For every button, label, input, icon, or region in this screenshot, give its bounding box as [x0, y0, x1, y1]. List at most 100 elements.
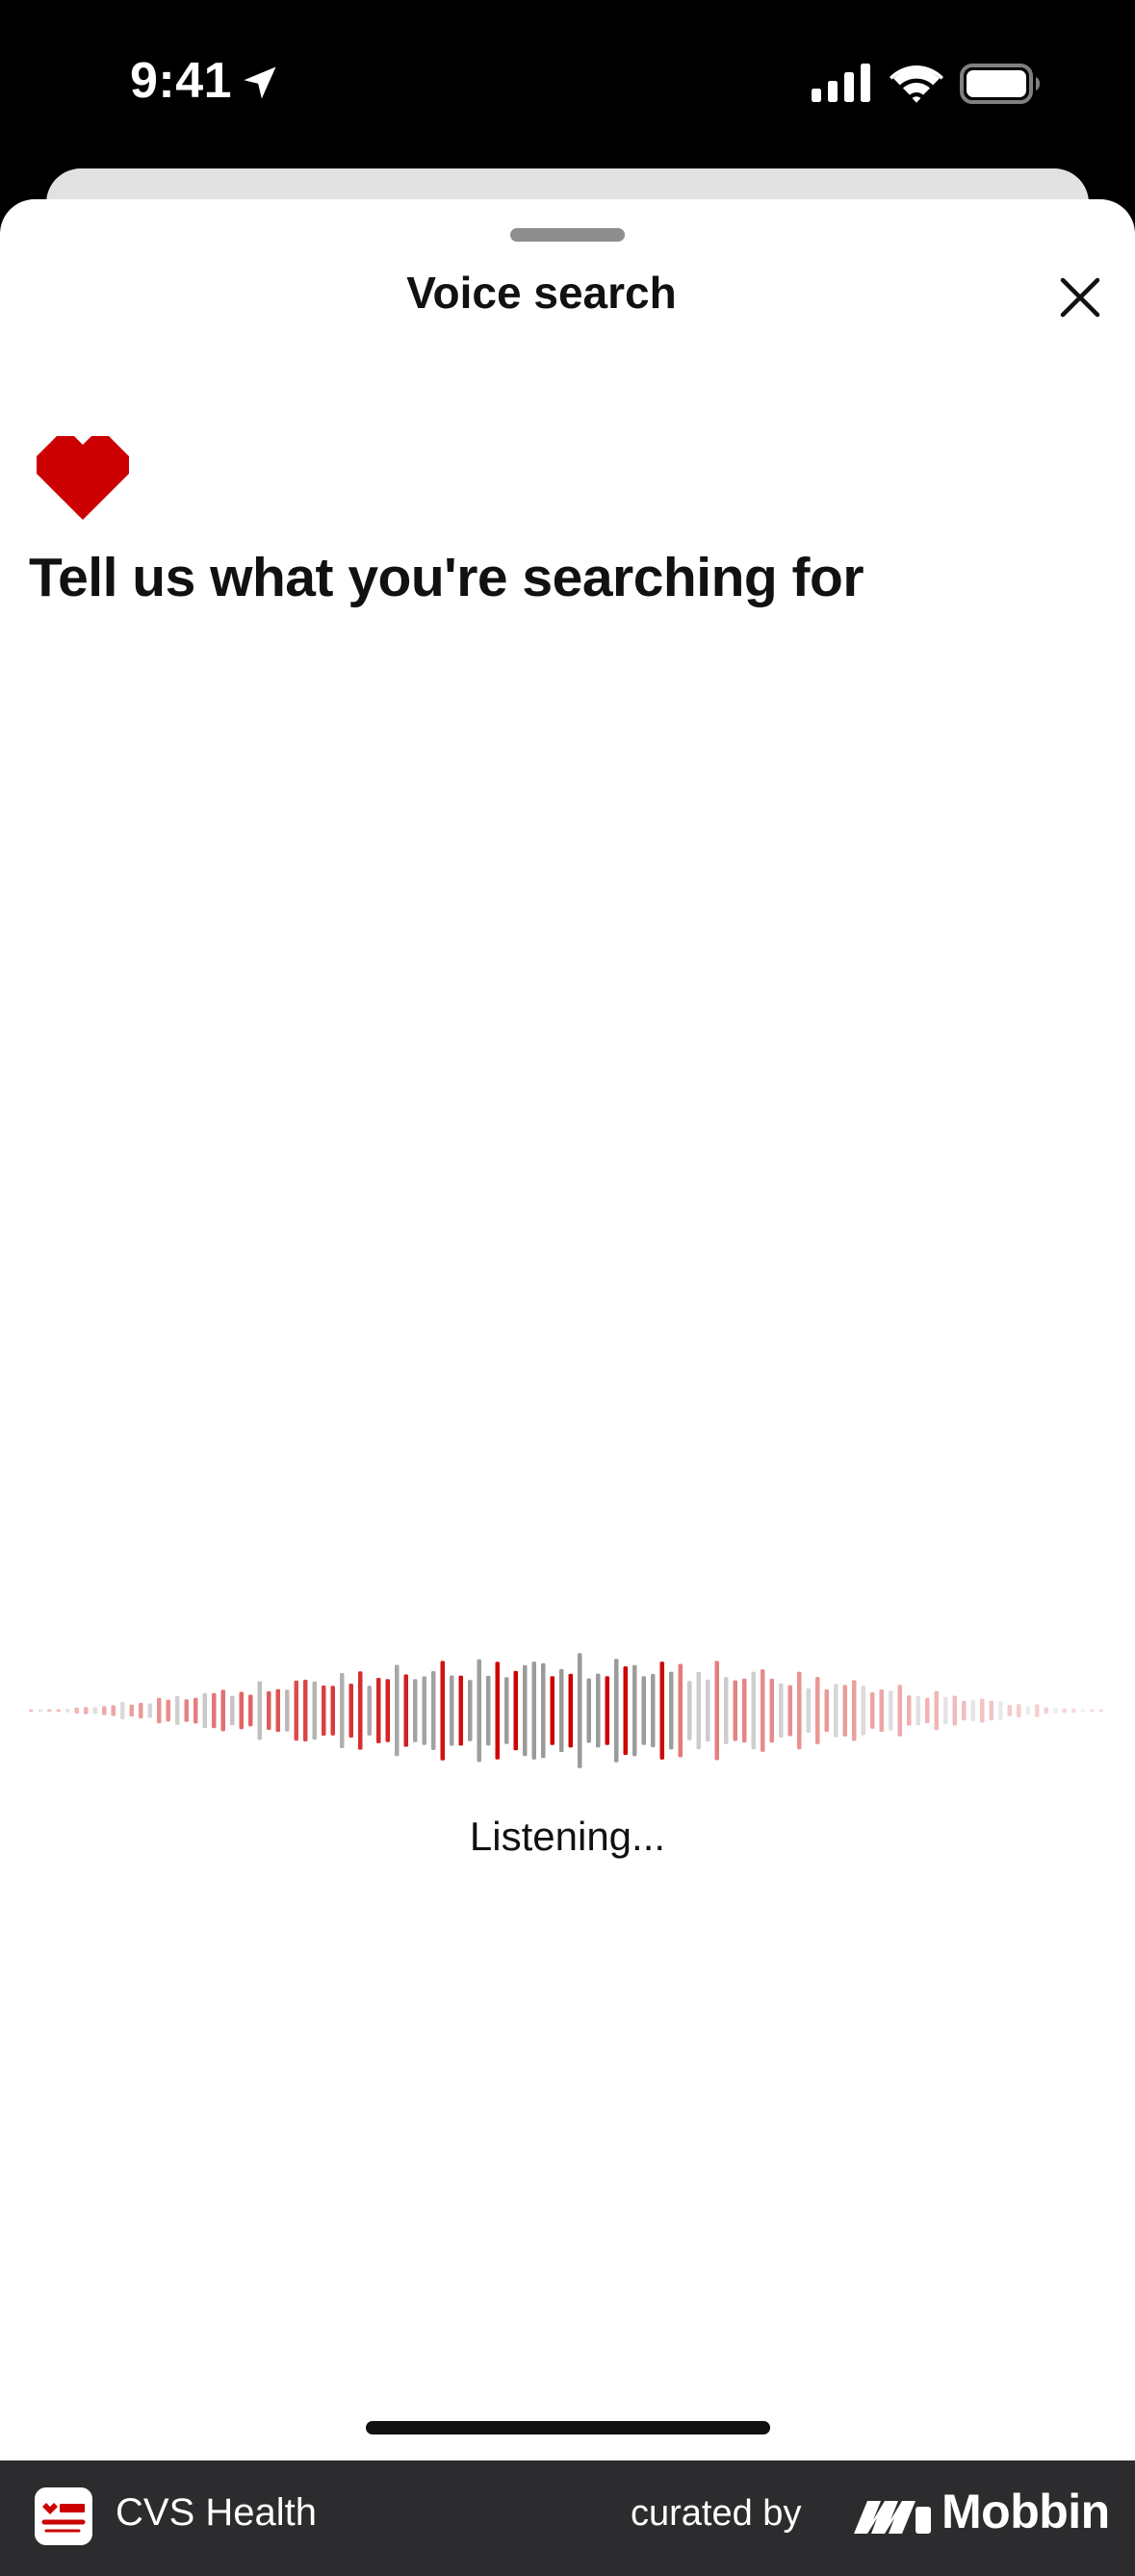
waveform-bar: [294, 1680, 298, 1741]
waveform-bar: [450, 1675, 454, 1746]
waveform-bar: [586, 1678, 591, 1743]
waveform-bar: [787, 1685, 792, 1737]
waveform-bar: [504, 1677, 509, 1744]
waveform-bar: [596, 1673, 601, 1748]
waveform-bar: [47, 1709, 52, 1713]
waveform-bar: [303, 1679, 308, 1741]
waveform-bar: [74, 1707, 79, 1714]
waveform-bar: [212, 1692, 217, 1729]
waveform-bar: [815, 1677, 820, 1744]
waveform-bar: [56, 1709, 61, 1713]
waveform-bar: [678, 1663, 683, 1758]
waveform-bar: [38, 1709, 42, 1713]
waveform-bar: [907, 1695, 912, 1726]
waveform-bar: [687, 1681, 692, 1740]
waveform-bar: [559, 1668, 564, 1753]
waveform-bar: [275, 1688, 280, 1733]
sheet-grabber[interactable]: [510, 228, 625, 242]
waveform-bar: [659, 1662, 664, 1760]
waveform-bar: [605, 1676, 609, 1745]
waveform-bar: [385, 1679, 390, 1742]
waveform-bar: [202, 1692, 207, 1729]
waveform-bar: [440, 1661, 445, 1761]
waveform-bar: [468, 1680, 473, 1741]
waveform-bar: [714, 1661, 719, 1761]
waveform-bar: [248, 1694, 253, 1727]
waveform-bar: [65, 1709, 70, 1713]
waveform-bar: [696, 1671, 701, 1750]
waveform-bar: [157, 1697, 162, 1724]
waveform-bar: [531, 1662, 536, 1760]
waveform-bar: [129, 1704, 134, 1717]
waveform-bar: [568, 1673, 573, 1748]
waveform-bar: [870, 1692, 875, 1729]
waveform-bar: [395, 1664, 400, 1757]
footer-brand-name: Mobbin: [942, 2485, 1110, 2538]
waveform-bar: [193, 1697, 198, 1724]
waveform-bar: [980, 1698, 985, 1723]
waveform-bar: [102, 1706, 107, 1715]
waveform-bar: [761, 1669, 765, 1752]
waveform-bar: [779, 1683, 784, 1739]
waveform-bar: [340, 1673, 345, 1748]
footer-app-name: CVS Health: [116, 2491, 317, 2534]
waveform-bar: [1090, 1709, 1095, 1713]
waveform-bar: [934, 1690, 939, 1731]
wifi-icon: [890, 65, 943, 103]
waveform-bar: [358, 1671, 363, 1750]
waveform-bar: [550, 1676, 555, 1745]
waveform-bar: [879, 1689, 884, 1733]
waveform-bar: [998, 1701, 1003, 1720]
waveform-bar: [175, 1695, 180, 1725]
close-icon[interactable]: [1049, 267, 1111, 328]
waveform-bar: [578, 1653, 582, 1768]
footer-bar: CVS Health curated by Mobbin: [0, 2460, 1135, 2576]
waveform-bar: [239, 1691, 244, 1730]
waveform-bar: [897, 1685, 902, 1737]
status-time: 9:41: [130, 53, 233, 109]
waveform-bar: [486, 1675, 491, 1746]
waveform-bar: [1044, 1707, 1048, 1714]
battery-icon: [960, 64, 1040, 104]
waveform-bar: [1053, 1708, 1058, 1713]
waveform-bar: [322, 1685, 326, 1737]
waveform-bar: [220, 1689, 225, 1732]
waveform-bar: [806, 1687, 811, 1733]
waveform-bar: [989, 1700, 993, 1721]
waveform-bar: [962, 1700, 967, 1721]
waveform-bar: [1017, 1704, 1021, 1717]
voice-search-sheet: Voice search Tell us what you're searchi…: [0, 199, 1135, 2460]
waveform-bar: [257, 1681, 262, 1740]
waveform-bar: [769, 1678, 774, 1743]
waveform-bar: [1035, 1704, 1040, 1717]
waveform-bar: [733, 1680, 737, 1741]
waveform-bar: [1098, 1709, 1103, 1713]
waveform-bar: [184, 1699, 189, 1722]
waveform-bar: [458, 1675, 463, 1746]
waveform-bar: [952, 1695, 957, 1726]
waveform-bar: [742, 1678, 747, 1743]
waveform-bar: [970, 1699, 975, 1722]
waveform-bar: [916, 1695, 920, 1726]
waveform-bar: [477, 1659, 481, 1763]
waveform-bar: [330, 1686, 335, 1736]
waveform-bar: [541, 1662, 546, 1759]
waveform-bar: [285, 1689, 290, 1732]
waveform-bar: [267, 1690, 271, 1730]
mobbin-logo-icon: [854, 2501, 931, 2534]
waveform-bar: [422, 1676, 426, 1745]
waveform-bar: [403, 1674, 408, 1747]
footer-curated-label: curated by: [631, 2493, 802, 2534]
waveform-bar: [623, 1666, 628, 1756]
cellular-signal-icon: [812, 64, 870, 102]
waveform-bar: [348, 1684, 353, 1739]
status-bar: 9:41: [0, 0, 1135, 168]
waveform-bar: [925, 1697, 930, 1724]
waveform-bar: [312, 1681, 317, 1740]
waveform-bar: [797, 1671, 802, 1750]
screen: 9:41 Voice search Tell us what you're se…: [0, 0, 1135, 2576]
waveform-bar: [120, 1701, 125, 1720]
waveform-bar: [111, 1705, 116, 1716]
waveform-bar: [1007, 1705, 1012, 1716]
home-indicator: [366, 2421, 770, 2434]
